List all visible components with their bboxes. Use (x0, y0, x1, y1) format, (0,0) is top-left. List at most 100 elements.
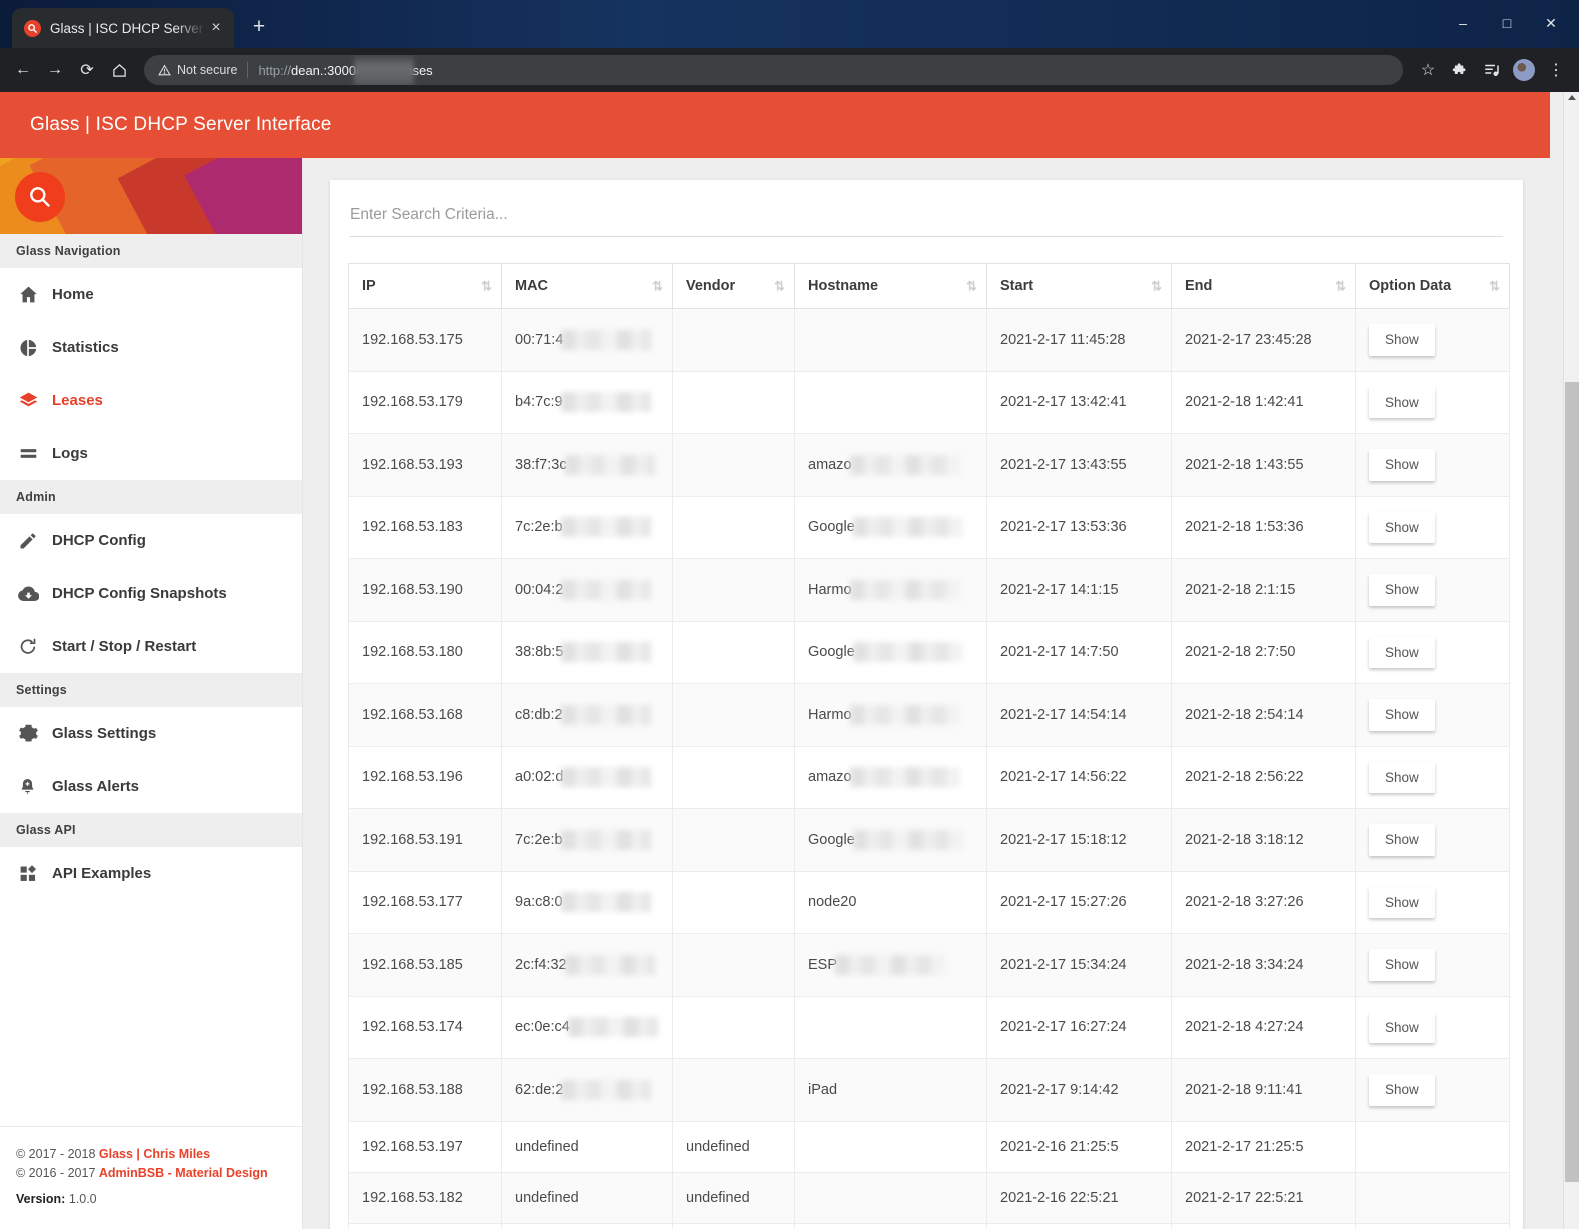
close-window-button[interactable]: ✕ (1529, 8, 1573, 38)
sidebar-section-header: Settings (0, 673, 302, 707)
show-option-data-button[interactable]: Show (1369, 324, 1435, 356)
sort-toggle-icon[interactable]: ⇅ (1335, 280, 1346, 293)
column-header-vendor[interactable]: Vendor ⇅ (672, 263, 795, 309)
show-option-data-button[interactable]: Show (1369, 636, 1435, 668)
show-option-data-button[interactable]: Show (1369, 886, 1435, 918)
media-control-icon[interactable] (1477, 55, 1507, 85)
reload-icon[interactable]: ⟳ (72, 55, 102, 85)
redacted-block (561, 767, 652, 788)
version-label: Version: (16, 1191, 66, 1206)
sidebar-item-logs[interactable]: Logs (0, 427, 302, 480)
show-option-data-button[interactable]: Show (1369, 699, 1435, 731)
column-header-hostname[interactable]: Hostname ⇅ (794, 263, 987, 309)
table-row: 192.168.53.182 undefined undefined 2021-2-1… (348, 1171, 1510, 1224)
cell-hostname: iPad (794, 1058, 987, 1122)
cell-end: 2021-2-18 1:43:55 (1171, 433, 1356, 497)
show-option-data-button[interactable]: Show (1369, 574, 1435, 606)
bookmark-star-icon[interactable]: ☆ (1413, 55, 1443, 85)
page-scrollbar[interactable] (1563, 92, 1579, 1229)
cell-ip: 192.168.53.179 (348, 370, 502, 434)
grid-icon (18, 863, 52, 884)
maximize-button[interactable]: □ (1485, 8, 1529, 38)
sidebar-item-label: Home (52, 286, 94, 303)
back-icon[interactable]: ← (8, 55, 38, 85)
cell-vendor (672, 620, 795, 684)
show-option-data-button[interactable]: Show (1369, 449, 1435, 481)
redacted-block (835, 954, 946, 975)
cell-hostname (794, 370, 987, 434)
browser-tab[interactable]: Glass | ISC DHCP Server In × (12, 8, 234, 48)
security-indicator[interactable]: Not secure (158, 63, 237, 77)
scrollbar-thumb[interactable] (1565, 382, 1579, 1182)
sidebar-item-dhcp-config[interactable]: DHCP Config (0, 514, 302, 567)
column-header-start[interactable]: Start ⇅ (986, 263, 1172, 309)
sidebar-item-api-examples[interactable]: API Examples (0, 847, 302, 900)
cell-ip-value: 192.168.53.197 (362, 1138, 463, 1155)
column-header-label: MAC (515, 278, 549, 294)
home-icon[interactable] (104, 55, 134, 85)
cell-mac: a0:02:d (501, 745, 673, 809)
cell-hostname: Harmo (794, 558, 987, 622)
cell-hostname (794, 1171, 987, 1224)
search-input[interactable] (350, 202, 1503, 237)
url-prefix: http:// (258, 62, 291, 78)
cell-ip-value: 192.168.53.196 (362, 769, 463, 786)
show-option-data-button[interactable]: Show (1369, 949, 1435, 981)
browser-toolbar: ← → ⟳ Not secure http://dean.:3000/dhcp_… (0, 48, 1579, 92)
sidebar-item-home[interactable]: Home (0, 268, 302, 321)
show-option-data-button[interactable]: Show (1369, 511, 1435, 543)
sidebar-item-dhcp-config-snapshots[interactable]: DHCP Config Snapshots (0, 567, 302, 620)
column-header-mac[interactable]: MAC ⇅ (501, 263, 673, 309)
cell-start-value: 2021-2-17 13:42:41 (1000, 394, 1127, 411)
sort-toggle-icon[interactable]: ⇅ (774, 280, 785, 293)
cell-vendor (672, 683, 795, 747)
redacted-block (567, 1017, 658, 1038)
forward-icon[interactable]: → (40, 55, 70, 85)
home-icon (18, 284, 52, 305)
leases-card: IP⇅MAC⇅Vendor⇅Hostname⇅Start⇅End⇅Option … (330, 180, 1523, 1229)
browser-menu-icon[interactable]: ⋮ (1541, 55, 1571, 85)
column-header-end[interactable]: End ⇅ (1171, 263, 1356, 309)
redacted-block (561, 579, 652, 600)
app-header: Glass | ISC DHCP Server Interface (0, 92, 1550, 158)
minimize-button[interactable]: – (1441, 8, 1485, 38)
sort-toggle-icon[interactable]: ⇅ (652, 280, 663, 293)
column-header-option-data[interactable]: Option Data ⇅ (1355, 263, 1510, 309)
sort-toggle-icon[interactable]: ⇅ (1489, 280, 1500, 293)
profile-avatar[interactable] (1509, 55, 1539, 85)
table-row: 192.168.53.191 7c:2e:b Google 2021-2-17 15:… (348, 808, 1510, 872)
cell-hostname: ESP (794, 933, 987, 997)
sidebar-item-glass-alerts[interactable]: Glass Alerts (0, 760, 302, 813)
sidebar-item-statistics[interactable]: Statistics (0, 321, 302, 374)
table-row: 192.168.53.196 a0:02:d amazo 2021-2-17 14:5… (348, 745, 1510, 809)
table-row: 192.168.53.172undefinedundefined2021-2-1… (348, 1222, 1510, 1229)
sidebar-item-glass-settings[interactable]: Glass Settings (0, 707, 302, 760)
extensions-puzzle-icon[interactable] (1445, 55, 1475, 85)
sidebar-item-start-stop-restart[interactable]: Start / Stop / Restart (0, 620, 302, 673)
sort-toggle-icon[interactable]: ⇅ (481, 280, 492, 293)
adminbsb-credit-link[interactable]: AdminBSB - Material Design (99, 1166, 268, 1180)
glass-credit-link[interactable]: Glass | Chris Miles (99, 1147, 210, 1161)
cell-ip: 192.168.53.168 (348, 683, 502, 747)
cell-option-data: Show (1355, 933, 1510, 997)
cell-start: 2021-2-17 14:56:22 (986, 745, 1172, 809)
cell-vendor (672, 870, 795, 934)
show-option-data-button[interactable]: Show (1369, 386, 1435, 418)
column-header-label: IP (362, 278, 376, 294)
new-tab-button[interactable]: + (244, 13, 274, 43)
sort-toggle-icon[interactable]: ⇅ (966, 280, 977, 293)
tab-close-icon[interactable]: × (206, 20, 226, 36)
cell-end: 2021-2-18 2:1:15 (1171, 558, 1356, 622)
show-option-data-button[interactable]: Show (1369, 1011, 1435, 1043)
show-option-data-button[interactable]: Show (1369, 761, 1435, 793)
sidebar-item-leases[interactable]: Leases (0, 374, 302, 427)
show-option-data-button[interactable]: Show (1369, 1074, 1435, 1106)
column-header-ip[interactable]: IP ⇅ (348, 263, 502, 309)
cell-start: 2021-2-16 22:21:5 (986, 1222, 1172, 1229)
address-bar[interactable]: Not secure http://dean.:3000/dhcp_leases (144, 55, 1403, 85)
sort-toggle-icon[interactable]: ⇅ (1151, 280, 1162, 293)
show-option-data-button[interactable]: Show (1369, 824, 1435, 856)
cell-mac: 2c:f4:32 (501, 933, 673, 997)
scroll-up-arrow-icon[interactable] (1568, 95, 1576, 100)
cell-end-value: 2021-2-17 22:5:21 (1185, 1189, 1304, 1206)
